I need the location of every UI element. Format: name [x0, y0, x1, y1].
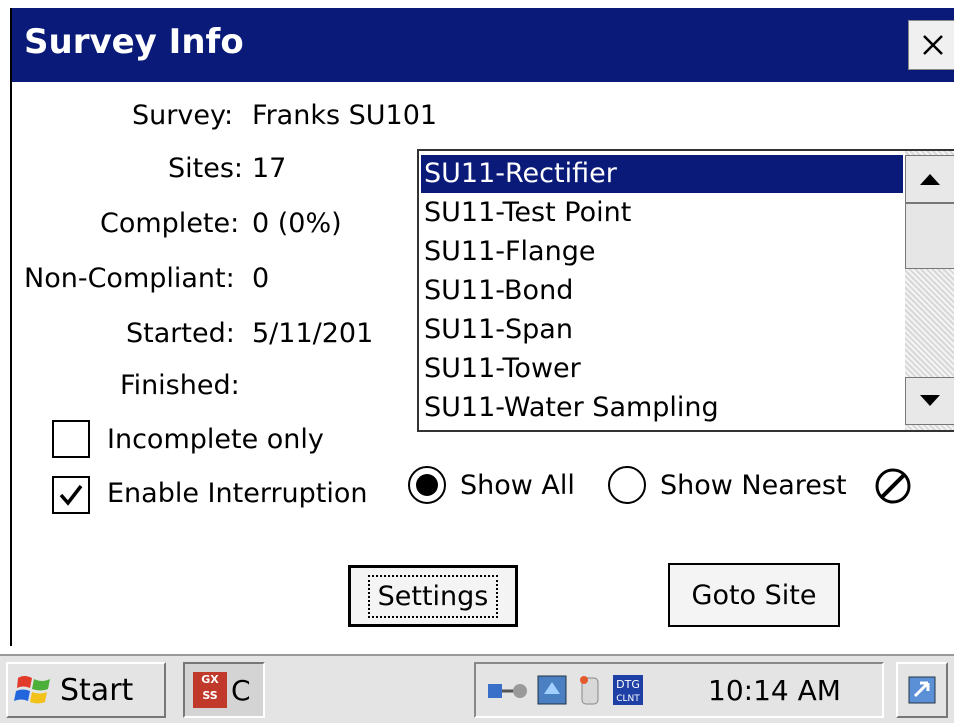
- desktop-icon: [908, 676, 936, 704]
- windows-logo-icon: [14, 676, 50, 704]
- incomplete-only-label: Incomplete only: [107, 424, 324, 455]
- network-icon[interactable]: [486, 674, 530, 706]
- sites-value: 17: [252, 153, 287, 184]
- gxss-app-icon: GX SS: [193, 672, 227, 708]
- noncompliant-label: Non-Compliant:: [24, 263, 235, 294]
- list-item[interactable]: SU11-Test Point: [421, 194, 903, 232]
- window-title: Survey Info: [24, 22, 244, 62]
- clock[interactable]: 10:14 AM: [708, 674, 841, 707]
- taskbar-app-button[interactable]: GX SS C: [183, 662, 265, 718]
- show-nearest-radio[interactable]: [608, 466, 646, 504]
- complete-value: 0 (0%): [252, 208, 342, 239]
- close-button[interactable]: [908, 20, 954, 70]
- incomplete-only-checkbox[interactable]: [52, 420, 90, 458]
- scroll-thumb[interactable]: [905, 203, 954, 269]
- show-all-radio[interactable]: [408, 466, 446, 504]
- site-list-items: SU11-Rectifier SU11-Test Point SU11-Flan…: [419, 151, 903, 430]
- title-bar: Survey Info: [12, 8, 954, 82]
- arrow-down-icon: [920, 395, 940, 406]
- list-item[interactable]: SU11-Tower: [421, 350, 903, 388]
- list-item[interactable]: SU11-Water Sampling: [421, 389, 903, 427]
- list-item[interactable]: SU11-Span: [421, 311, 903, 349]
- start-label: Start: [60, 672, 134, 708]
- svg-text:CLNT: CLNT: [616, 694, 640, 704]
- taskbar-app-label: C: [231, 673, 251, 707]
- show-all-label: Show All: [460, 470, 575, 501]
- sync-icon[interactable]: [536, 674, 568, 706]
- started-label: Started:: [126, 318, 235, 349]
- show-nearest-label: Show Nearest: [660, 470, 847, 501]
- complete-label: Complete:: [100, 208, 240, 239]
- goto-site-button-label: Goto Site: [691, 579, 817, 611]
- enable-interruption-label: Enable Interruption: [107, 478, 368, 509]
- finished-label: Finished:: [120, 370, 240, 401]
- survey-label: Survey:: [132, 100, 234, 131]
- radio-selected-dot: [416, 474, 438, 496]
- list-item[interactable]: SU11-Flange: [421, 233, 903, 271]
- start-button[interactable]: Start: [6, 662, 166, 718]
- sites-label: Sites:: [168, 153, 244, 184]
- survey-info-window: Survey Info Survey: Franks SU101 Sites: …: [10, 8, 954, 646]
- list-item[interactable]: SU11-Bond: [421, 272, 903, 310]
- goto-site-button[interactable]: Goto Site: [668, 563, 840, 627]
- bluetooth-icon[interactable]: [578, 674, 602, 706]
- site-list[interactable]: SU11-Rectifier SU11-Test Point SU11-Flan…: [417, 149, 954, 432]
- list-scrollbar[interactable]: [905, 151, 954, 430]
- desktop-button[interactable]: [896, 662, 948, 718]
- list-item[interactable]: SU11-Rectifier: [421, 155, 903, 193]
- started-value: 5/11/201: [252, 318, 374, 349]
- system-tray: DTG CLNT 10:14 AM: [474, 662, 884, 718]
- scroll-up-button[interactable]: [905, 155, 954, 203]
- arrow-up-icon: [920, 174, 940, 185]
- settings-button[interactable]: Settings: [348, 565, 518, 627]
- scroll-down-button[interactable]: [905, 377, 954, 425]
- taskbar: Start GX SS C DTG CLNT 10:14 AM: [0, 654, 954, 723]
- noncompliant-value: 0: [252, 263, 270, 294]
- enable-interruption-checkbox[interactable]: [52, 476, 90, 514]
- svg-text:DTG: DTG: [616, 678, 640, 691]
- survey-value: Franks SU101: [252, 100, 438, 131]
- gps-client-icon[interactable]: DTG CLNT: [612, 674, 644, 706]
- no-gps-icon: [875, 468, 911, 504]
- settings-button-label: Settings: [367, 574, 499, 618]
- close-icon: [923, 35, 943, 55]
- checkmark-icon: [59, 484, 83, 506]
